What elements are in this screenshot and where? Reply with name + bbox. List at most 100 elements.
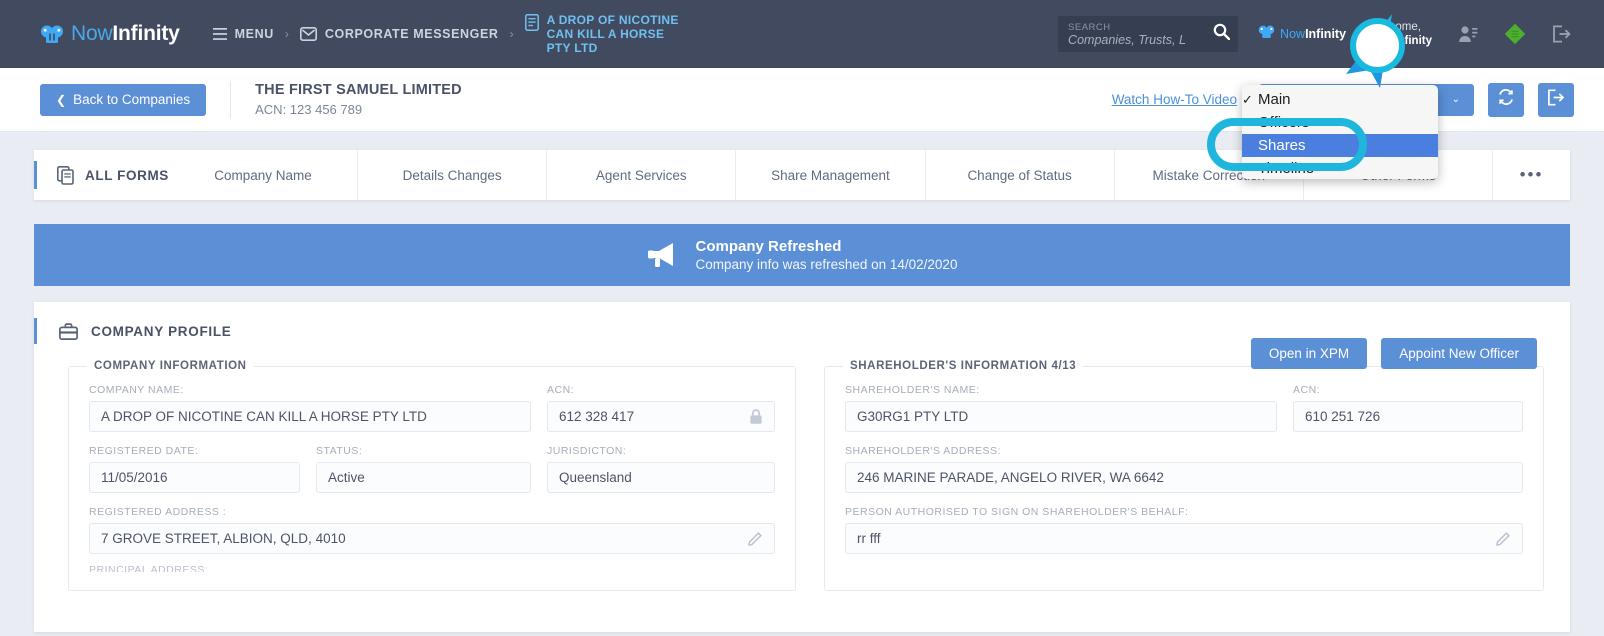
authorised-person-label: PERSON AUTHORISED TO SIGN ON SHAREHOLDER… xyxy=(845,506,1189,518)
breadcrumb-item-menu[interactable]: MENU xyxy=(212,27,274,41)
entity-line-1: A DROP OF NICOTINE xyxy=(546,13,679,27)
company-identity: THE FIRST SAMUEL LIMITED ACN: 123 456 78… xyxy=(255,81,462,119)
company-name-value: A DROP OF NICOTINE CAN KILL A HORSE PTY … xyxy=(101,409,427,424)
xero-diamond-icon[interactable] xyxy=(1504,23,1526,45)
company-profile-title: COMPANY PROFILE xyxy=(91,323,232,339)
banner-title: Company Refreshed xyxy=(695,237,842,255)
registered-address-input[interactable]: 7 GROVE STREET, ALBION, QLD, 4010 xyxy=(89,523,775,554)
shareholder-acn-label: ACN: xyxy=(1293,384,1321,396)
breadcrumb-separator-2: › xyxy=(509,27,514,41)
jurisdiction-field: JURISDICTON: Queensland xyxy=(547,445,775,493)
subbar-divider xyxy=(230,80,232,119)
appoint-new-officer-button[interactable]: Appoint New Officer xyxy=(1381,338,1537,369)
shareholder-address-input[interactable]: 246 MARINE PARADE, ANGELO RIVER, WA 6642 xyxy=(845,462,1523,493)
nowinfinity-mini-logo[interactable]: NowInfinity xyxy=(1258,25,1346,44)
authorised-person-input[interactable]: rr fff xyxy=(845,523,1523,554)
logout-icon[interactable] xyxy=(1552,25,1571,43)
top-bar-right-actions: SEARCH Companies, Trusts, L NowInfinity xyxy=(1058,16,1571,52)
megaphone-icon xyxy=(647,240,681,270)
acn-input[interactable]: 612 328 417 xyxy=(547,401,775,432)
forms-overflow-button[interactable]: ••• xyxy=(1492,150,1570,200)
form-tab-change-of-status[interactable]: Change of Status xyxy=(924,150,1114,200)
export-company-button[interactable] xyxy=(1538,82,1574,117)
user-management-icon[interactable] xyxy=(1458,25,1478,44)
brand-logo-nowinfinity[interactable]: NowInfinity xyxy=(40,22,180,46)
forms-accent-bar xyxy=(34,161,37,189)
dropdown-label-main: Main xyxy=(1258,91,1291,108)
company-details-row: REGISTERED DATE: 11/05/2016 STATUS: Acti… xyxy=(89,445,775,493)
company-name-input[interactable]: A DROP OF NICOTINE CAN KILL A HORSE PTY … xyxy=(89,401,531,432)
jurisdiction-label: JURISDICTON: xyxy=(547,445,627,457)
edit-pencil-icon[interactable] xyxy=(740,531,763,546)
form-tab-agent-services[interactable]: Agent Services xyxy=(546,150,735,200)
company-refreshed-banner: Company Refreshed Company info was refre… xyxy=(34,224,1570,286)
breadcrumb: MENU › CORPORATE MESSENGER › A DROP OF N… xyxy=(212,13,679,55)
company-name-row: COMPANY NAME: A DROP OF NICOTINE CAN KIL… xyxy=(89,384,775,432)
back-to-companies-button[interactable]: ❮ Back to Companies xyxy=(40,83,207,116)
status-input[interactable]: Active xyxy=(316,462,531,493)
breadcrumb-item-corporate-messenger[interactable]: CORPORATE MESSENGER xyxy=(299,27,499,41)
document-icon xyxy=(524,14,539,36)
shareholder-information-panel: SHAREHOLDER'S INFORMATION 4/13 SHAREHOLD… xyxy=(810,360,1558,591)
shareholder-acn-field: ACN: 610 251 726 xyxy=(1293,384,1523,432)
registered-date-value: 11/05/2016 xyxy=(101,470,168,485)
registered-address-row: REGISTERED ADDRESS : 7 GROVE STREET, ALB… xyxy=(89,506,775,554)
watch-how-to-video-link[interactable]: Watch How-To Video xyxy=(1112,92,1237,107)
jurisdiction-value: Queensland xyxy=(559,470,632,485)
entity-line-3: PTY LTD xyxy=(546,41,598,55)
cyan-cursor-circle-annotation xyxy=(1350,18,1405,73)
breadcrumb-label-corporate-messenger: CORPORATE MESSENGER xyxy=(324,27,499,41)
shareholder-information-legend: SHAREHOLDER'S INFORMATION 4/13 xyxy=(850,360,1077,372)
shareholder-acn-input[interactable]: 610 251 726 xyxy=(1293,401,1523,432)
status-field: STATUS: Active xyxy=(316,445,547,493)
breadcrumb-item-entity[interactable]: A DROP OF NICOTINE CAN KILL A HORSE PTY … xyxy=(524,13,679,55)
company-profile-actions: Open in XPM Appoint New Officer xyxy=(1237,338,1537,369)
all-forms-button[interactable]: ALL FORMS xyxy=(57,165,169,185)
authorised-person-field: PERSON AUTHORISED TO SIGN ON SHAREHOLDER… xyxy=(845,506,1523,554)
back-to-companies-label: Back to Companies xyxy=(73,92,191,107)
company-name-field: COMPANY NAME: A DROP OF NICOTINE CAN KIL… xyxy=(89,384,547,432)
shareholder-information-fieldset: SHAREHOLDER'S INFORMATION 4/13 SHAREHOLD… xyxy=(824,360,1544,591)
company-information-panel: COMPANY INFORMATION COMPANY NAME: A DROP… xyxy=(54,360,810,591)
search-icon[interactable] xyxy=(1213,23,1231,45)
export-icon xyxy=(1547,88,1565,111)
company-information-fieldset: COMPANY INFORMATION COMPANY NAME: A DROP… xyxy=(68,360,796,591)
chevron-down-icon: ⌄ xyxy=(1451,94,1460,105)
cyan-highlight-ellipse-annotation xyxy=(1207,118,1367,171)
briefcase-icon xyxy=(59,322,78,340)
registered-date-field: REGISTERED DATE: 11/05/2016 xyxy=(89,445,316,493)
search-input[interactable]: SEARCH Companies, Trusts, L xyxy=(1058,16,1239,52)
authorised-person-value: rr fff xyxy=(857,531,881,546)
status-value: Active xyxy=(328,470,365,485)
edit-pencil-icon[interactable] xyxy=(1488,531,1511,546)
refresh-company-button[interactable] xyxy=(1488,82,1524,117)
brand-wordmark: NowInfinity xyxy=(71,22,180,46)
registered-date-label: REGISTERED DATE: xyxy=(89,445,199,457)
card-accent-bar xyxy=(34,318,37,344)
form-tab-company-name[interactable]: Company Name xyxy=(169,150,357,200)
registered-date-input[interactable]: 11/05/2016 xyxy=(89,462,300,493)
shareholder-name-label: SHAREHOLDER'S NAME: xyxy=(845,384,980,396)
breadcrumb-entity-name: A DROP OF NICOTINE CAN KILL A HORSE PTY … xyxy=(547,13,679,55)
lock-icon xyxy=(741,408,763,425)
form-tab-details-changes[interactable]: Details Changes xyxy=(357,150,546,200)
open-in-xpm-button[interactable]: Open in XPM xyxy=(1250,338,1368,369)
acn-label: ACN: xyxy=(547,384,575,396)
page-title: COMPANY PROFILE xyxy=(59,322,232,340)
brand-prefix: Now xyxy=(71,22,113,45)
shareholder-acn-value: 610 251 726 xyxy=(1305,409,1381,424)
chevron-left-icon: ❮ xyxy=(56,92,67,107)
company-profile-card: COMPANY PROFILE Open in XPM Appoint New … xyxy=(34,302,1570,632)
form-tab-share-management[interactable]: Share Management xyxy=(735,150,924,200)
profile-panels: COMPANY INFORMATION COMPANY NAME: A DROP… xyxy=(34,360,1570,591)
nowinfinity-mini-wordmark: NowInfinity xyxy=(1280,27,1346,41)
jurisdiction-input[interactable]: Queensland xyxy=(547,462,775,493)
breadcrumb-separator-1: › xyxy=(284,27,289,41)
search-value: Companies, Trusts, L xyxy=(1068,33,1186,47)
shareholder-spacer xyxy=(845,564,1523,572)
registered-address-field: REGISTERED ADDRESS : 7 GROVE STREET, ALB… xyxy=(89,506,775,554)
shareholder-name-row: SHAREHOLDER'S NAME: G30RG1 PTY LTD ACN: … xyxy=(845,384,1523,432)
brand-suffix: Infinity xyxy=(112,22,180,45)
shareholder-name-input[interactable]: G30RG1 PTY LTD xyxy=(845,401,1277,432)
all-forms-label: ALL FORMS xyxy=(85,167,169,183)
